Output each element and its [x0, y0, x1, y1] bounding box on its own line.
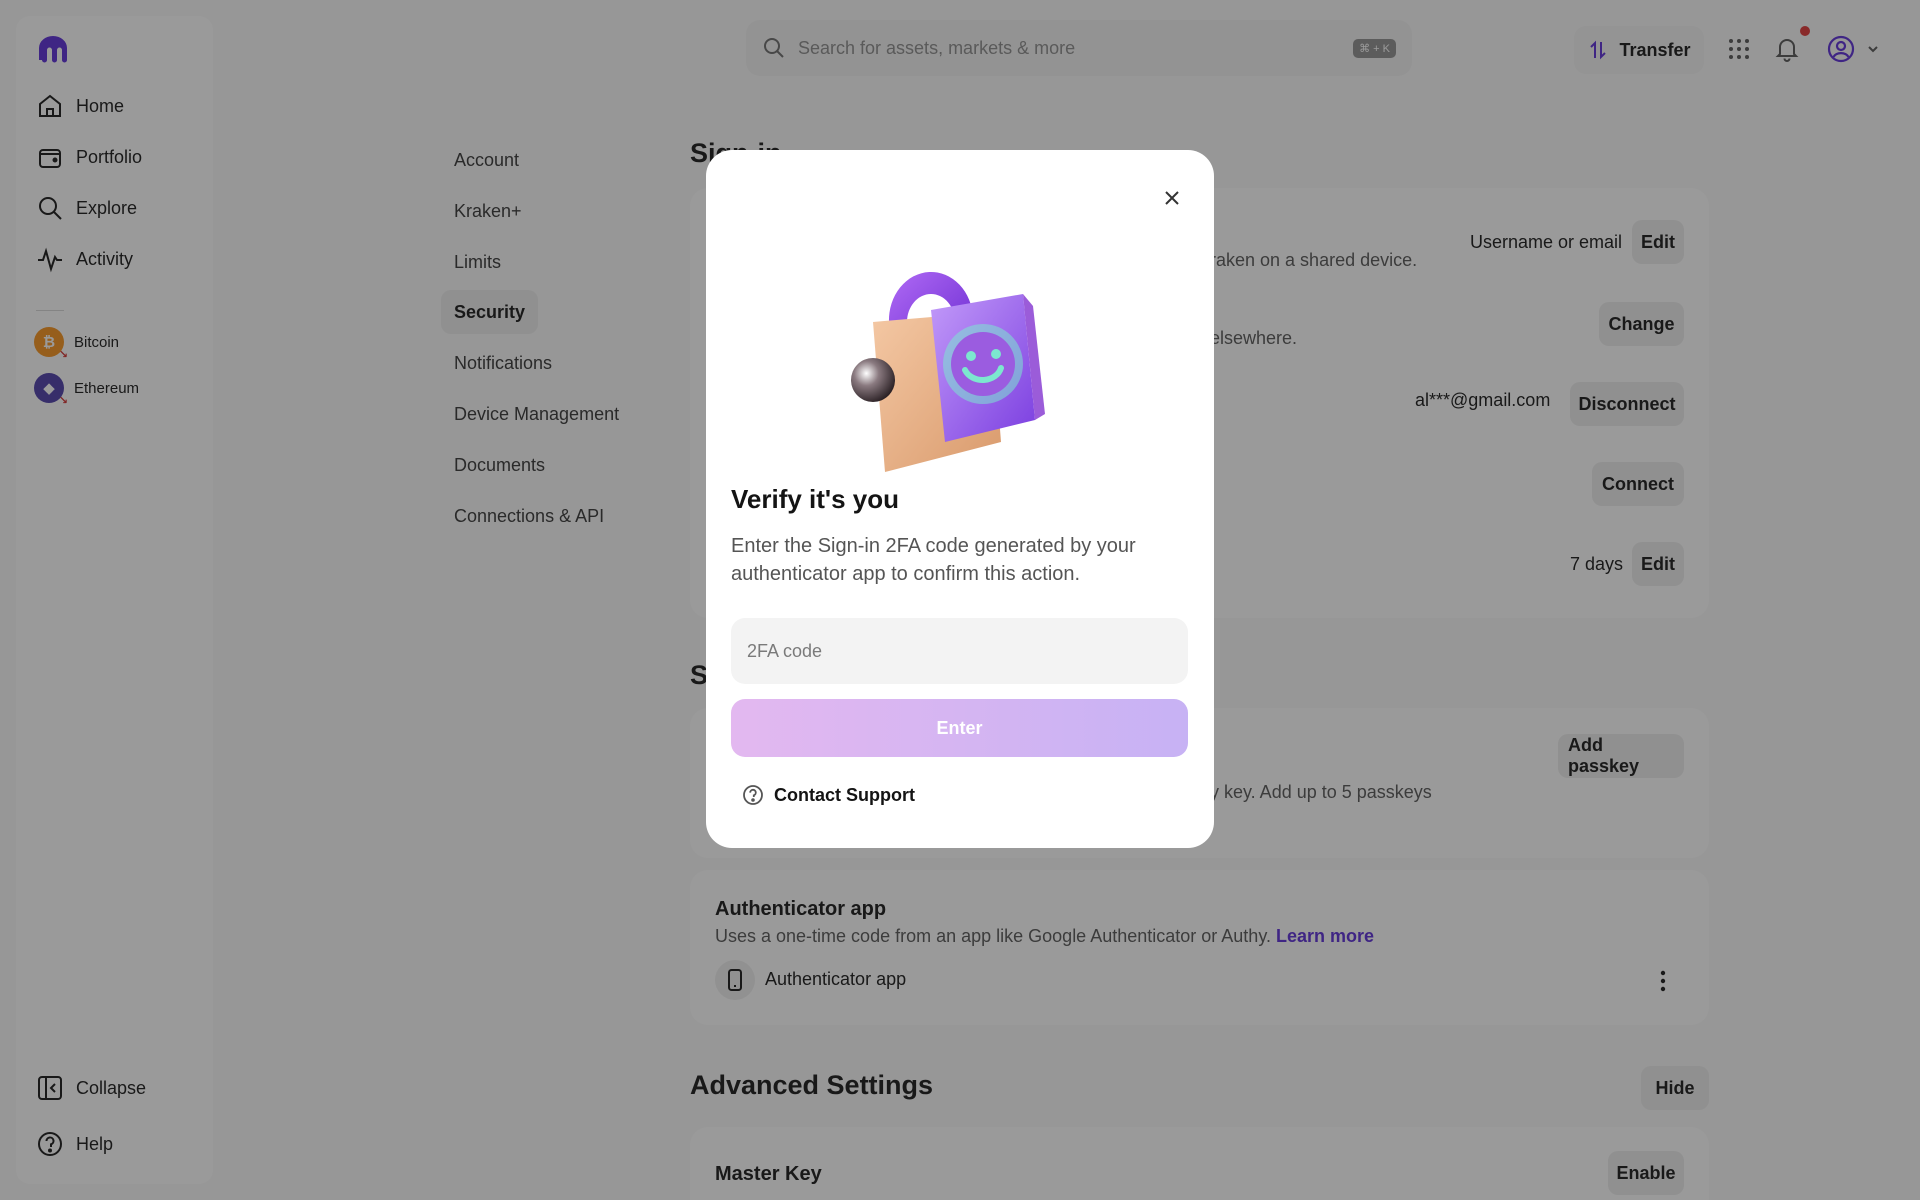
enter-button[interactable]: Enter	[731, 699, 1188, 757]
close-icon	[1165, 191, 1179, 205]
2fa-code-input[interactable]	[731, 618, 1188, 684]
modal-description: Enter the Sign-in 2FA code generated by …	[731, 535, 1136, 585]
modal-title: Verify it's you	[731, 484, 900, 514]
contact-support-label: Contact Support	[774, 784, 915, 805]
verify-modal: Verify it's you Enter the Sign-in 2FA co…	[706, 150, 1214, 848]
close-button[interactable]	[1154, 180, 1190, 216]
help-circle-icon	[743, 785, 763, 805]
contact-support-link[interactable]: Contact Support	[742, 784, 915, 806]
padlock-illustration	[851, 271, 1045, 472]
